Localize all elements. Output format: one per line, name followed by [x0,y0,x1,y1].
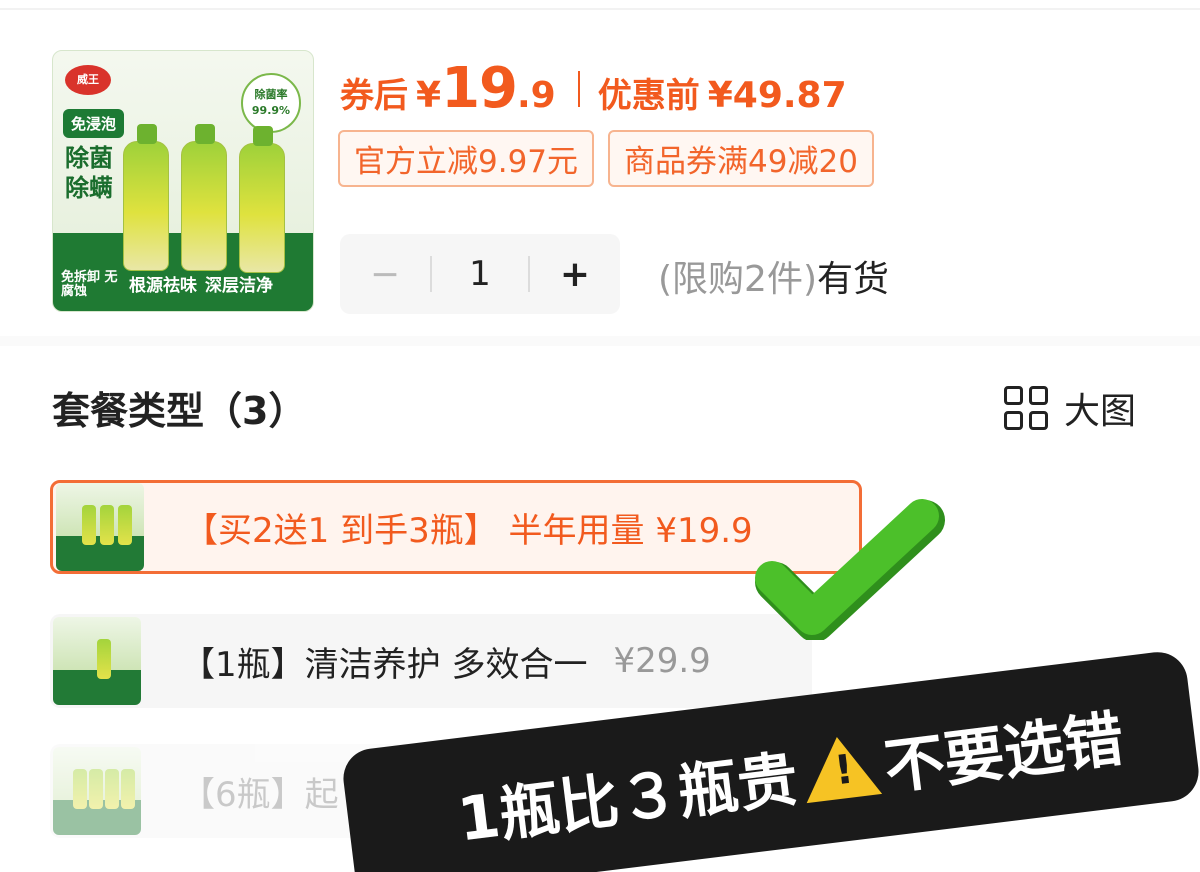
original-price: ¥49.87 [707,75,847,116]
quantity-stepper: − 1 + [340,234,620,314]
package-option[interactable]: 【1瓶】清洁养护 多效合一 ¥29.9 [50,614,812,708]
option-thumbnail [53,747,141,835]
top-divider [0,0,1200,10]
decrement-button[interactable]: − [340,254,430,295]
purchase-limit: (限购2件) [658,259,817,300]
warning-text-after: 不要选错 [880,703,1128,803]
price-separator [577,70,580,107]
discount-chip-coupon: 商品券满49减20 [608,130,874,187]
thumb-headline: 除菌除螨 [65,144,113,202]
quantity-value[interactable]: 1 [432,254,528,294]
discount-chip-official: 官方立减9.97元 [338,130,595,187]
option-thumbnail [53,617,141,705]
thumb-tag: 免浸泡 [63,109,125,138]
badge-value: 99.9% [251,104,291,117]
price-integer: 19 [441,56,518,121]
availability: 有货 [817,259,890,300]
brand-logo: 威王 [65,65,111,95]
price-currency: ¥ [416,75,442,116]
large-view-label: 大图 [1064,391,1137,432]
package-option-selected[interactable]: 【买2送1 到手3瓶】 半年用量 ¥19.9 [50,480,862,574]
discount-chips: 官方立减9.97元 商品券满49减20 [338,130,874,187]
bottle-illustration [181,124,227,271]
option-label: 【买2送1 到手3瓶】 半年用量 ¥19.9 [184,510,753,551]
option-label: 【6瓶】起 [181,774,339,815]
increment-button[interactable]: + [530,254,620,295]
price-row: 券后 ¥ 19 .9 优惠前 ¥49.87 [340,56,847,121]
product-image[interactable]: 威王 除菌率 99.9% 免浸泡 除菌除螨 免拆卸 无腐蚀 根源祛味 深层洁净 [52,50,314,312]
warning-text-before: 1瓶比３瓶贵 [454,743,802,856]
thumb-foot-left: 免拆卸 无腐蚀 [61,270,118,299]
section-divider [0,336,1200,346]
grid-icon [1004,386,1048,430]
badge-label: 除菌率 [254,88,288,101]
option-label: 【1瓶】清洁养护 多效合一 [181,644,588,685]
stock-status: (限购2件)有货 [658,250,889,302]
sterilization-badge: 除菌率 99.9% [241,73,301,133]
package-type-title: 套餐类型（3） [52,389,307,433]
warning-mark: ! [832,746,856,795]
thumb-foot-right: 深层洁净 [205,276,273,296]
bottle-illustration [239,126,285,273]
option-price: ¥29.9 [613,641,711,681]
bottle-illustration [123,124,169,271]
warning-icon: ! [799,732,882,804]
price-label: 券后 [340,76,408,116]
large-view-toggle[interactable]: 大图 [1004,382,1136,434]
checkmark-icon [755,499,945,640]
price-decimal: .9 [517,75,556,116]
original-price-label: 优惠前 [597,76,700,116]
thumb-foot-mid: 根源祛味 [129,276,197,296]
option-thumbnail [56,483,144,571]
thumb-footer: 免拆卸 无腐蚀 根源祛味 深层洁净 [53,257,313,311]
